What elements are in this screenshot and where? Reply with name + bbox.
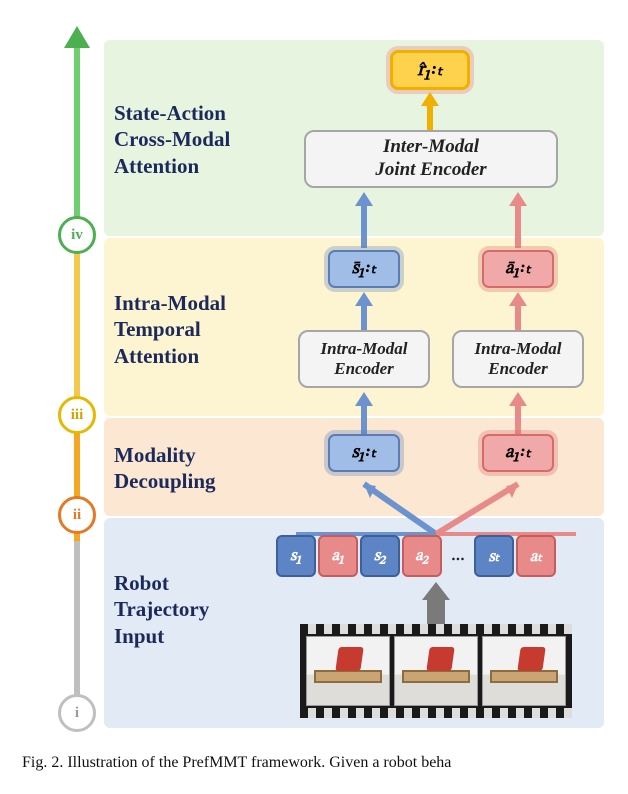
- trajectory-frame: [482, 636, 566, 706]
- token-a₂: a₂: [402, 535, 442, 577]
- stage-label-cross-modal: State-Action Cross-Modal Attention: [114, 100, 284, 179]
- token-ellipsis: …: [444, 535, 472, 577]
- figure-caption: Fig. 2. Illustration of the PrefMMT fram…: [22, 754, 612, 772]
- sbar-var: s̄₁꞉ₜ: [328, 250, 400, 288]
- token-s₂: s₂: [360, 535, 400, 577]
- axis-arrow-up-icon: [64, 26, 90, 48]
- decoupling-split-icon: [276, 472, 596, 536]
- stage-marker-i: i: [58, 694, 96, 732]
- output-reward-var: r̂₁꞉ₜ: [390, 50, 470, 90]
- s-sequence-var: s₁꞉ₜ: [328, 434, 400, 472]
- stage-marker-iv: iv: [58, 216, 96, 254]
- trajectory-frame: [306, 636, 390, 706]
- stage-label-decoupling: Modality Decoupling: [114, 442, 284, 495]
- token-s₁: s₁: [276, 535, 316, 577]
- intra-modal-encoder-state: Intra-Modal Encoder: [298, 330, 430, 388]
- token-a₁: a₁: [318, 535, 358, 577]
- axis-gradient-line: [74, 46, 80, 706]
- token-aₜ: aₜ: [516, 535, 556, 577]
- stage-marker-iii: iii: [58, 396, 96, 434]
- robot-trajectory-filmstrip: [300, 624, 572, 718]
- stage-label-input: Robot Trajectory Input: [114, 570, 284, 649]
- a-sequence-var: a₁꞉ₜ: [482, 434, 554, 472]
- intra-modal-encoder-action: Intra-Modal Encoder: [452, 330, 584, 388]
- prefmmt-diagram: iv iii ii i State-Action Cross-Modal Att…: [50, 16, 610, 736]
- trajectory-frame: [394, 636, 478, 706]
- stage-label-intra-modal: Intra-Modal Temporal Attention: [114, 290, 284, 369]
- token-sₜ: sₜ: [474, 535, 514, 577]
- inter-modal-joint-encoder: Inter-Modal Joint Encoder: [304, 130, 558, 188]
- stage-marker-ii: ii: [58, 496, 96, 534]
- abar-var: ā₁꞉ₜ: [482, 250, 554, 288]
- token-sequence-row: s₁a₁s₂a₂…sₜaₜ: [276, 534, 596, 578]
